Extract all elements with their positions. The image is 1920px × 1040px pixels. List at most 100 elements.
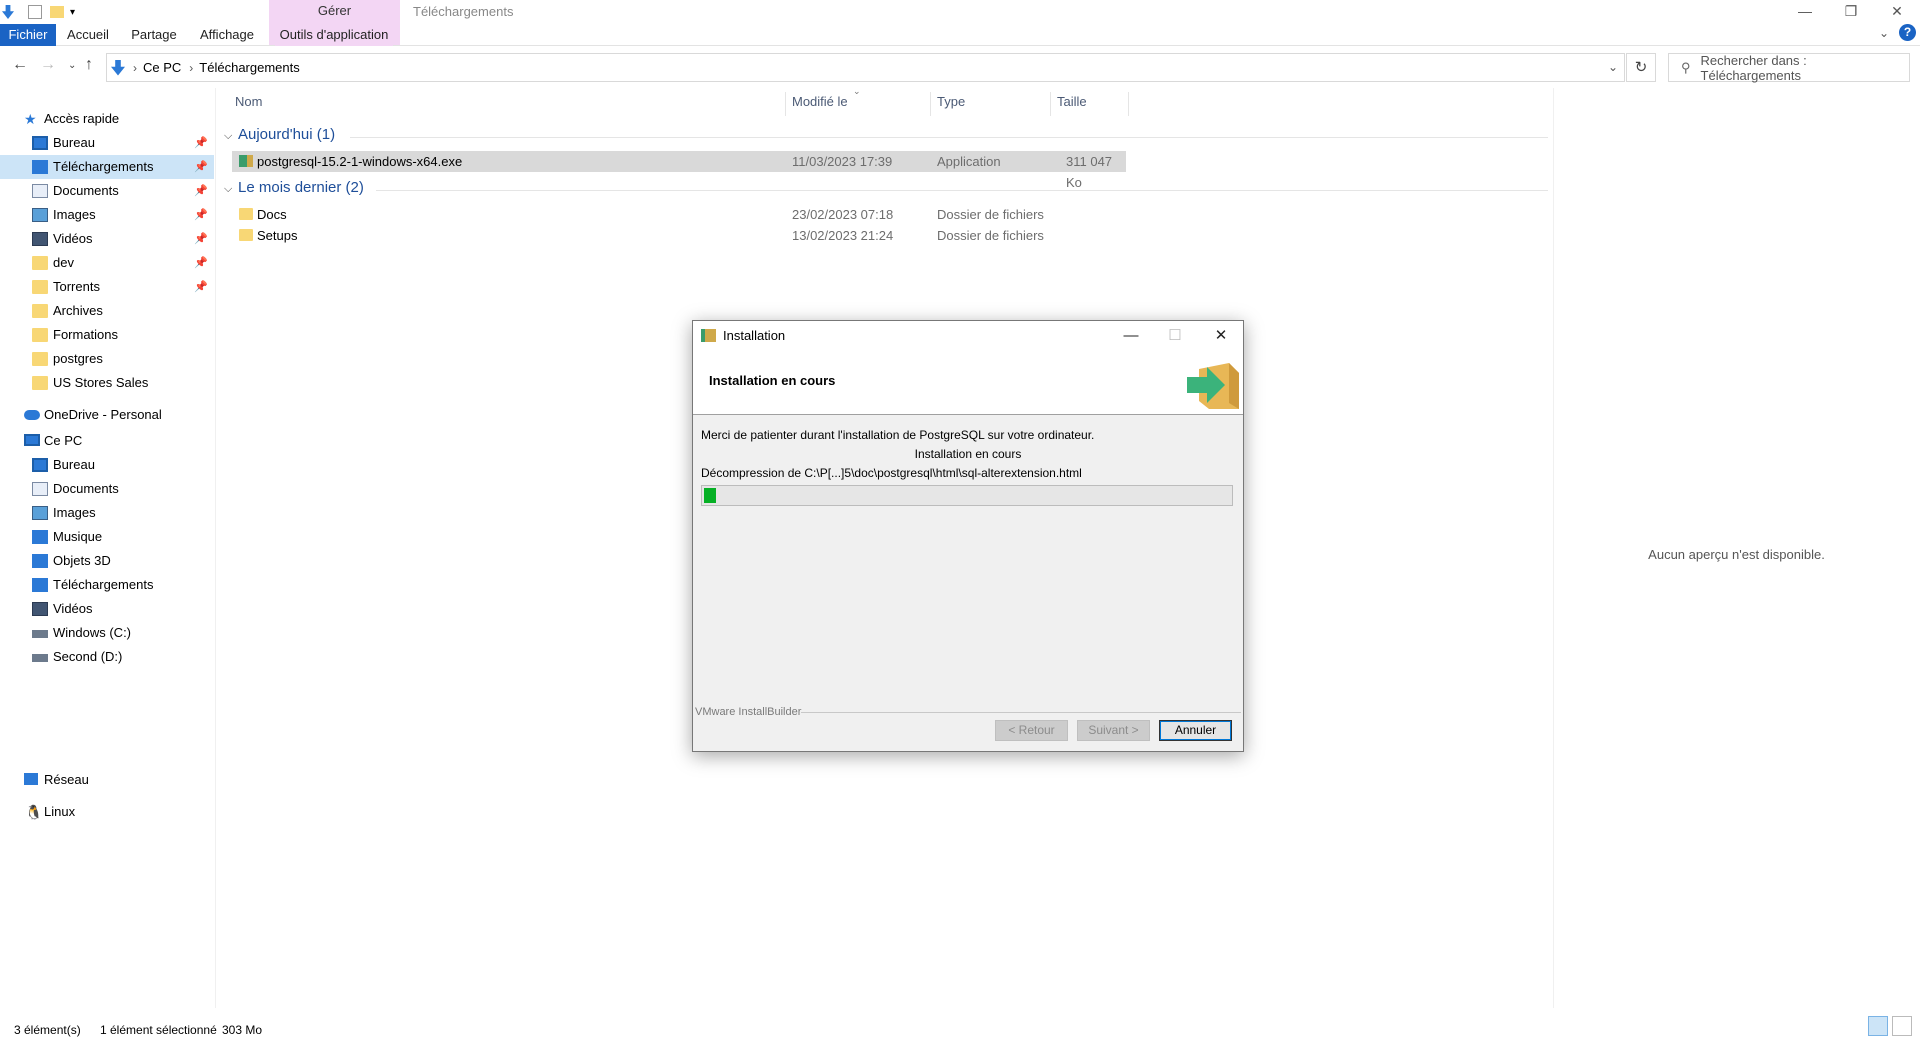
forward-icon[interactable]: →	[40, 56, 56, 74]
pin-icon[interactable]: 📌	[194, 155, 208, 179]
nav-quick-item[interactable]: Téléchargements 📌	[0, 155, 214, 179]
nav-quick-item[interactable]: Formations	[0, 323, 214, 347]
nav-reseau[interactable]: Réseau	[0, 768, 214, 792]
tab-partage[interactable]: Partage	[128, 24, 180, 46]
column-separator	[1050, 92, 1051, 116]
nav-pc-item[interactable]: Documents	[0, 477, 214, 501]
tab-fichier[interactable]: Fichier	[0, 24, 56, 46]
search-input[interactable]: ⚲ Rechercher dans : Téléchargements	[1668, 53, 1910, 83]
column-header-type[interactable]: Type	[937, 88, 965, 116]
pin-icon[interactable]: 📌	[194, 275, 208, 299]
tab-affichage[interactable]: Affichage	[196, 24, 258, 46]
nav-pc-item[interactable]: Vidéos	[0, 597, 214, 621]
next-button[interactable]: Suivant >	[1077, 720, 1150, 741]
drive-icon	[32, 630, 48, 638]
pictures-icon	[32, 506, 48, 520]
help-icon[interactable]: ?	[1899, 24, 1916, 41]
file-row[interactable]: postgresql-15.2-1-windows-x64.exe 11/03/…	[232, 151, 1126, 190]
nav-pc-item[interactable]: Objets 3D	[0, 549, 214, 573]
column-header-modifie[interactable]: Modifié le	[792, 88, 848, 116]
dialog-close-button[interactable]: ✕	[1201, 324, 1241, 348]
cloud-icon	[24, 410, 40, 420]
pin-icon[interactable]: 📌	[194, 203, 208, 227]
group-header-mois-dernier[interactable]: ⌵ Le mois dernier (2)	[224, 179, 364, 196]
column-header-nom[interactable]: Nom	[235, 88, 262, 116]
breadcrumb-telechargements[interactable]: Téléchargements	[199, 60, 299, 75]
column-header-taille[interactable]: Taille	[1057, 88, 1087, 116]
collapse-ribbon-icon[interactable]: ⌄	[1879, 26, 1889, 40]
nav-quick-item[interactable]: Torrents 📌	[0, 275, 214, 299]
pin-icon[interactable]: 📌	[194, 131, 208, 155]
download-icon	[32, 578, 48, 592]
new-folder-icon[interactable]	[50, 6, 64, 18]
nav-quick-item[interactable]: dev 📌	[0, 251, 214, 275]
restore-button[interactable]: ❐	[1828, 0, 1874, 22]
pin-icon[interactable]: 📌	[194, 251, 208, 275]
nav-pc-item[interactable]: Second (D:)	[0, 645, 214, 669]
navigation-pane: ★ Accès rapide Bureau 📌 Téléchargements 📌 Do…	[0, 88, 216, 1008]
properties-icon[interactable]	[28, 5, 42, 19]
download-icon[interactable]	[2, 5, 14, 19]
minimize-button[interactable]: —	[1782, 0, 1828, 22]
cancel-button[interactable]: Annuler	[1159, 720, 1232, 741]
brand-divider	[801, 712, 1241, 713]
nav-quick-item[interactable]: US Stores Sales	[0, 371, 214, 395]
nav-quick-item[interactable]: Images 📌	[0, 203, 214, 227]
nav-quick-access[interactable]: ★ Accès rapide	[0, 107, 214, 131]
preview-pane-message: Aucun aperçu n'est disponible.	[1648, 547, 1825, 562]
window-title: Téléchargements	[413, 4, 514, 19]
nav-quick-item[interactable]: Archives	[0, 299, 214, 323]
address-dropdown-icon[interactable]: ⌄	[1608, 60, 1618, 74]
folder-icon	[239, 208, 253, 220]
large-icons-view-button[interactable]	[1892, 1016, 1912, 1036]
group-header-aujourdhui[interactable]: ⌵ Aujourd'hui (1)	[224, 126, 335, 143]
nav-pc-item[interactable]: Téléchargements	[0, 573, 214, 597]
column-separator	[785, 92, 786, 116]
installer-dialog: Installation — ☐ ✕ Installation en cours…	[692, 320, 1244, 752]
address-bar[interactable]: › Ce PC › Téléchargements ⌄	[106, 53, 1625, 82]
dialog-title: Installation	[723, 328, 786, 343]
file-row[interactable]: Setups 13/02/2023 21:24 Dossier de fichi…	[232, 225, 1126, 246]
desktop-icon	[32, 136, 48, 150]
nav-quick-item[interactable]: Vidéos 📌	[0, 227, 214, 251]
pictures-icon	[32, 208, 48, 222]
nav-quick-item[interactable]: postgres	[0, 347, 214, 371]
group-divider	[350, 137, 1548, 138]
file-row[interactable]: Docs 23/02/2023 07:18 Dossier de fichier…	[232, 204, 1126, 225]
pin-icon[interactable]: 📌	[194, 227, 208, 251]
package-install-icon	[1187, 363, 1239, 409]
nav-pc-item[interactable]: Bureau	[0, 453, 214, 477]
computer-icon	[24, 434, 40, 446]
refresh-button[interactable]: ↻	[1626, 53, 1656, 82]
back-icon[interactable]: ←	[12, 56, 28, 74]
recent-locations-icon[interactable]: ⌄	[68, 60, 76, 71]
nav-quick-item[interactable]: Documents 📌	[0, 179, 214, 203]
dialog-minimize-button[interactable]: —	[1111, 324, 1151, 348]
desktop-icon	[32, 458, 48, 472]
up-icon[interactable]: ↑	[85, 56, 93, 74]
folder-icon	[32, 280, 48, 294]
dialog-maximize-button[interactable]: ☐	[1155, 324, 1195, 348]
documents-icon	[32, 184, 48, 198]
nav-pc-item[interactable]: Images	[0, 501, 214, 525]
nav-quick-item[interactable]: Bureau 📌	[0, 131, 214, 155]
videos-icon	[32, 232, 48, 246]
nav-onedrive[interactable]: OneDrive - Personal	[0, 403, 214, 427]
details-view-button[interactable]	[1868, 1016, 1888, 1036]
close-button[interactable]: ✕	[1874, 0, 1920, 22]
breadcrumb-ce-pc[interactable]: Ce PC	[143, 60, 181, 75]
tab-outils-application[interactable]: Outils d'application	[275, 24, 393, 46]
nav-pc-item[interactable]: Windows (C:)	[0, 621, 214, 645]
nav-ce-pc[interactable]: Ce PC	[0, 429, 214, 453]
tab-accueil[interactable]: Accueil	[62, 24, 114, 46]
search-icon: ⚲	[1681, 59, 1691, 75]
dialog-header: Installation en cours	[693, 351, 1243, 415]
nav-pc-item[interactable]: Musique	[0, 525, 214, 549]
nav-linux[interactable]: 🐧 Linux	[0, 800, 214, 824]
folder-icon	[32, 376, 48, 390]
back-button[interactable]: < Retour	[995, 720, 1068, 741]
pin-icon[interactable]: 📌	[194, 179, 208, 203]
installbuilder-brand: VMware InstallBuilder	[695, 706, 802, 718]
customize-qat-icon[interactable]: ▾	[70, 7, 75, 18]
status-bar: 3 élément(s) 1 élément sélectionné 303 M…	[0, 1020, 1920, 1040]
